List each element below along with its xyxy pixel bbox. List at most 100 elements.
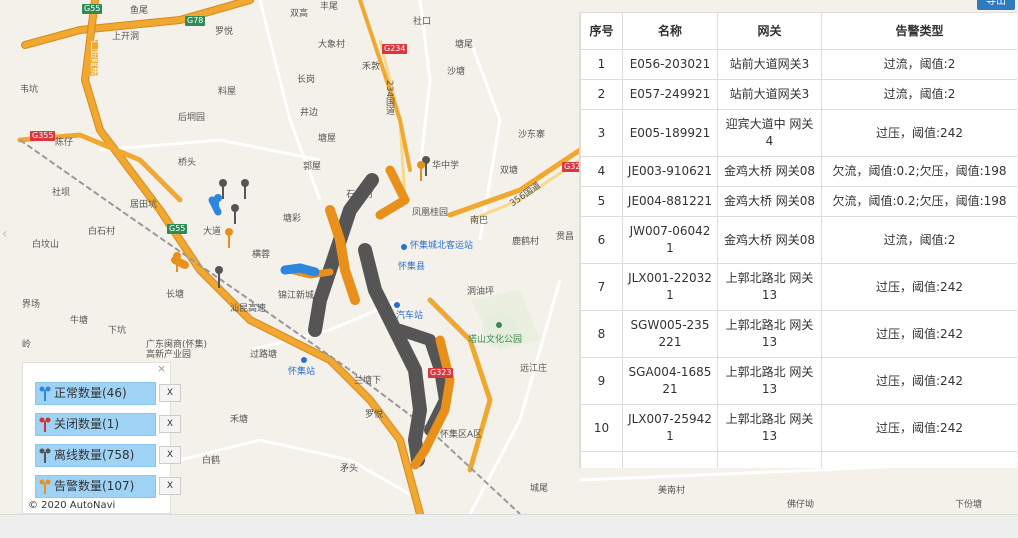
place-label: 桥头: [178, 158, 197, 168]
place-label: 岭: [22, 340, 32, 350]
place-label: 社坝: [52, 188, 71, 198]
cell-gateway: 金鸡大桥 网关08: [717, 156, 822, 187]
table-row[interactable]: 6 JW007-060421 金鸡大桥 网关08 过流，阈值:2: [580, 216, 1017, 264]
street-lamp-icon: [39, 448, 51, 463]
cell-gateway: 金鸡大桥 网关08: [717, 216, 822, 264]
cell-name: E005-189921: [622, 109, 718, 157]
table-row[interactable]: 10 JLX007-259421 上郭北路北 网关13 过压，阈值:242: [580, 404, 1017, 452]
place-label: 华中学: [432, 161, 460, 171]
place-label: 锦江新城: [278, 291, 315, 301]
collapse-arrow-icon[interactable]: ‹: [2, 226, 8, 242]
cell-index: 4: [580, 156, 623, 187]
cell-alarm-type: 过压，阈值:242: [821, 357, 1017, 405]
cell-index: 6: [580, 216, 623, 264]
place-label: 石龙村: [346, 190, 374, 200]
legend-item[interactable]: 关闭数量(1): [35, 413, 156, 436]
place-label: 长岗: [297, 75, 316, 85]
place-label: 怀集城北客运站: [410, 241, 474, 251]
place-label: 社口: [413, 17, 432, 27]
table-row[interactable]: 7 JLX001-220321 上郭北路北 网关13 过压，阈值:242: [580, 263, 1017, 311]
close-icon[interactable]: ×: [157, 362, 166, 375]
place-label: 白鹤: [202, 456, 221, 466]
table-row[interactable]: 3 E005-189921 迎宾大道中 网关4 过压，阈值:242: [580, 109, 1017, 157]
place-label: 大象村: [318, 40, 346, 50]
cell-name: JLX006-10782: [622, 451, 718, 468]
place-label: 贯昌: [556, 232, 575, 242]
table-row[interactable]: JLX006-10782上郭北路北 网关: [580, 451, 1017, 468]
cell-alarm-type: 过流，阈值:2: [821, 216, 1017, 264]
legend-item[interactable]: 正常数量(46): [35, 382, 156, 405]
export-button[interactable]: 导出: [977, 0, 1015, 10]
table-row[interactable]: 2 E057-249921 站前大道网关3 过流，阈值:2: [580, 79, 1017, 110]
place-label: 塘彩: [283, 214, 302, 224]
table-row[interactable]: 9 SGA004-168521 上郭北路北 网关13 过压，阈值:242: [580, 357, 1017, 405]
place-label: 怀集站: [288, 367, 316, 377]
table-header-row: 序号 名称 网关 告警类型: [580, 12, 1017, 50]
legend-item[interactable]: 告警数量(107): [35, 475, 156, 498]
cell-alarm-type: 过压，阈值:242: [821, 263, 1017, 311]
cell-index: 2: [580, 79, 623, 110]
cell-index: 9: [580, 357, 623, 405]
cell-alarm-type: 过压，阈值:242: [821, 310, 1017, 358]
legend-label: 正常数量(46): [54, 386, 127, 400]
map-app: 鱼尾 双高 丰尾 上开洞 罗悦 大象村 禾敦 社口 塘尾 沙塘 长岗 井边 后垌…: [0, 0, 1018, 538]
cell-alarm-type: 过压，阈值:242: [821, 109, 1017, 157]
road-shield: G78: [185, 16, 206, 26]
legend-label: 告警数量(107): [54, 479, 135, 493]
place-label: 禾敦: [362, 62, 381, 72]
cell-gateway: 上郭北路北 网关: [717, 451, 822, 468]
place-label: 禾塘: [230, 415, 249, 425]
place-label: 料屋: [218, 87, 237, 97]
place-label: 鱼尾: [130, 6, 149, 16]
place-label: 罗悦: [365, 410, 384, 420]
header-index: 序号: [580, 12, 623, 50]
road-shield: G323: [428, 368, 454, 378]
legend-label: 离线数量(758): [54, 448, 135, 462]
place-label: 居田坑: [130, 200, 158, 210]
cell-alarm-type: 过流，阈值:2: [821, 79, 1017, 110]
street-lamp-icon: [39, 479, 51, 494]
table-row[interactable]: 5 JE004-881221 金鸡大桥 网关08 欠流，阈值:0.2;欠压，阈值:19…: [580, 186, 1017, 217]
place-label: 白石村: [88, 227, 116, 237]
cell-index: 3: [580, 109, 623, 157]
place-label: 井边: [300, 108, 319, 118]
cell-alarm-type: [821, 451, 1017, 468]
header-gateway: 网关: [717, 12, 822, 50]
place-label: 沙塘: [447, 67, 466, 77]
place-label: 上开洞: [112, 32, 140, 42]
place-label: 界场: [22, 300, 41, 310]
table-row[interactable]: 8 SGW005-235221 上郭北路北 网关13 过压，阈值:242: [580, 310, 1017, 358]
cell-gateway: 上郭北路北 网关13: [717, 357, 822, 405]
street-lamp-icon: [39, 386, 51, 401]
place-label: 牛塘: [70, 316, 89, 326]
cell-index: 1: [580, 49, 623, 80]
excel-icon[interactable]: X: [159, 415, 181, 433]
place-label: 丰尾: [320, 2, 339, 12]
cell-name: JLX007-259421: [622, 404, 718, 452]
excel-icon[interactable]: X: [159, 446, 181, 464]
place-label: 塘屋: [318, 134, 337, 144]
place-label: 怀集县: [398, 262, 426, 272]
road-shield: G55: [82, 4, 103, 14]
cell-gateway: 上郭北路北 网关13: [717, 404, 822, 452]
alarm-table-panel: 序号 名称 网关 告警类型 1 E056-203021 站前大道网关3 过流，阈值:2…: [579, 12, 1017, 468]
place-label: 洞油坪: [467, 287, 495, 297]
legend-item[interactable]: 离线数量(758): [35, 444, 156, 467]
place-label: 塔山文化公园: [468, 335, 523, 345]
cell-gateway: 站前大道网关3: [717, 49, 822, 80]
cell-alarm-type: 过流，阈值:2: [821, 49, 1017, 80]
cell-gateway: 金鸡大桥 网关08: [717, 186, 822, 217]
table-row[interactable]: 4 JE003-910621 金鸡大桥 网关08 欠流，阈值:0.2;欠压，阈值:19…: [580, 156, 1017, 187]
place-label: 汽车站: [396, 311, 424, 321]
place-label: 怀集区A区: [440, 430, 483, 440]
place-label: 鹿鹤村: [512, 237, 540, 247]
place-label: 下坑: [108, 326, 127, 336]
cell-name: JE003-910621: [622, 156, 718, 187]
place-label: 双高: [290, 9, 309, 19]
place-label: 大道: [203, 227, 222, 237]
table-row[interactable]: 1 E056-203021 站前大道网关3 过流，阈值:2: [580, 49, 1017, 80]
place-label: 远江庄: [520, 364, 548, 374]
bottom-bar: [0, 514, 1018, 538]
excel-icon[interactable]: X: [159, 384, 181, 402]
excel-icon[interactable]: X: [159, 477, 181, 495]
